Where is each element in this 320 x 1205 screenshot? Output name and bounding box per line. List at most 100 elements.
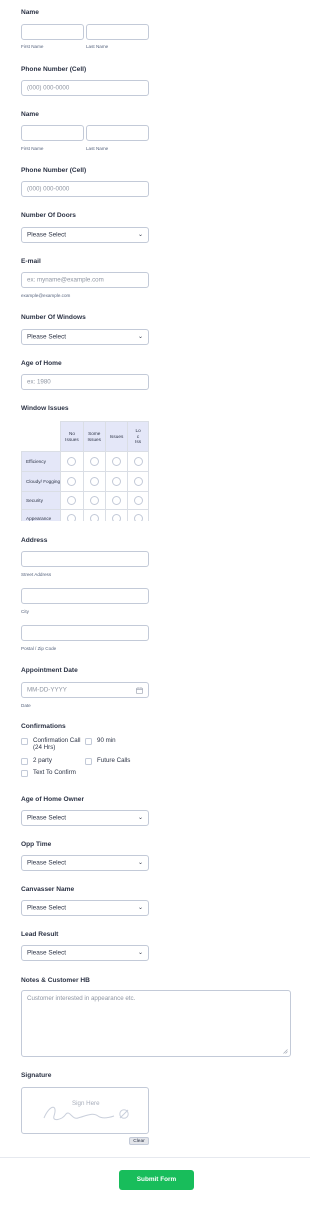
street-address-sublabel: Street Address — [21, 572, 52, 577]
footer-divider — [0, 1157, 310, 1158]
last-name-input-2[interactable] — [86, 125, 149, 141]
lead-result-select[interactable]: Please Select ⌄ — [21, 945, 149, 961]
ninety-min-label: 90 min — [97, 737, 116, 744]
matrix-radio[interactable] — [127, 471, 149, 492]
windows-select[interactable]: Please Select ⌄ — [21, 329, 149, 345]
city-sublabel: City — [21, 609, 29, 614]
matrix-radio[interactable] — [82, 491, 106, 510]
zip-sublabel: Postal / Zip Code — [21, 646, 57, 651]
radio-circle — [89, 477, 99, 486]
matrix-radio[interactable] — [82, 509, 106, 521]
matrix-radio[interactable] — [60, 471, 84, 492]
chevron-down-icon: ⌄ — [137, 232, 143, 239]
appointment-date-sublabel: Date — [21, 703, 31, 708]
matrix-col-issues: Issues — [104, 421, 129, 452]
chevron-down-icon: ⌄ — [137, 860, 143, 867]
canvasser-name-select[interactable]: Please Select ⌄ — [21, 900, 149, 916]
future-calls-label: Future Calls — [97, 757, 131, 764]
age-of-home-label: Age of Home — [21, 360, 62, 367]
matrix-radio[interactable] — [104, 451, 129, 472]
window-issues-label: Window Issues — [21, 405, 69, 412]
email-input[interactable]: ex: myname@example.com — [21, 272, 149, 288]
matrix-radio[interactable] — [60, 509, 84, 521]
lead-result-select-value: Please Select — [27, 949, 67, 957]
phone-input-2[interactable]: (000) 000-0000 — [21, 181, 149, 197]
radio-circle — [67, 496, 77, 505]
first-name-input[interactable] — [21, 24, 84, 40]
radio-circle — [89, 457, 99, 466]
matrix-row-efficiency: Efficiency — [21, 451, 62, 472]
notes-label: Notes & Customer HB — [21, 977, 90, 984]
appointment-date-label: Appointment Date — [21, 667, 78, 674]
first-name-sublabel-2: First Name — [21, 146, 44, 151]
signature-label: Signature — [21, 1072, 52, 1079]
email-placeholder: ex: myname@example.com — [27, 276, 104, 284]
phone-placeholder-2: (000) 000-0000 — [27, 185, 70, 193]
opp-time-label: Opp Time — [21, 841, 52, 848]
matrix-radio[interactable] — [82, 471, 106, 492]
radio-circle — [133, 496, 143, 505]
last-name-input[interactable] — [86, 24, 149, 40]
appointment-date-placeholder: MM-DD-YYYY — [27, 686, 67, 694]
two-party-checkbox[interactable] — [21, 758, 28, 765]
age-of-home-input[interactable]: ex: 1980 — [21, 374, 149, 390]
chevron-down-icon: ⌄ — [137, 334, 143, 341]
last-name-sublabel-2: Last Name — [86, 146, 109, 151]
matrix-table: No Issues Some Issues Issues Lo c Iss Ef… — [21, 421, 149, 521]
ninety-min-checkbox[interactable] — [85, 738, 92, 745]
submit-button[interactable]: Submit Form — [119, 1170, 194, 1190]
radio-circle — [67, 514, 77, 521]
matrix-radio[interactable] — [82, 451, 106, 472]
matrix-radio[interactable] — [104, 491, 129, 510]
matrix-radio[interactable] — [104, 509, 129, 521]
future-calls-checkbox[interactable] — [85, 758, 92, 765]
signature-hint: Sign Here — [72, 1100, 100, 1107]
signature-pad[interactable]: Sign Here — [21, 1087, 149, 1134]
doors-label: Number Of Doors — [21, 212, 76, 219]
matrix-col-lots-issues: Lo c Iss — [127, 421, 149, 452]
matrix-radio[interactable] — [104, 471, 129, 492]
radio-circle — [89, 514, 99, 521]
matrix-radio[interactable] — [127, 451, 149, 472]
age-of-home-placeholder: ex: 1980 — [27, 378, 51, 386]
zip-input[interactable] — [21, 625, 149, 641]
calendar-icon[interactable] — [136, 687, 143, 694]
matrix-col-some-issues: Some Issues — [82, 421, 106, 452]
notes-textarea[interactable]: Customer interested in appearance etc. — [21, 990, 291, 1057]
matrix-radio[interactable] — [127, 491, 149, 510]
radio-circle — [67, 457, 77, 466]
clear-signature-button[interactable]: Clear — [129, 1137, 149, 1145]
first-name-input-2[interactable] — [21, 125, 84, 141]
radio-circle — [133, 514, 143, 521]
chevron-down-icon: ⌄ — [137, 815, 143, 822]
age-of-owner-label: Age of Home Owner — [21, 796, 85, 803]
radio-circle — [112, 514, 122, 521]
phone-label-2: Phone Number (Cell) — [21, 167, 87, 174]
confirmations-label: Confirmations — [21, 723, 66, 730]
matrix-radio[interactable] — [127, 509, 149, 521]
text-to-confirm-checkbox[interactable] — [21, 770, 28, 777]
name-label: Name — [21, 9, 39, 16]
first-name-sublabel: First Name — [21, 44, 44, 49]
chevron-down-icon: ⌄ — [137, 905, 143, 912]
opp-time-select[interactable]: Please Select ⌄ — [21, 855, 149, 871]
doors-select[interactable]: Please Select ⌄ — [21, 227, 149, 243]
canvasser-name-select-value: Please Select — [27, 904, 67, 912]
phone-input[interactable]: (000) 000-0000 — [21, 80, 149, 96]
radio-circle — [67, 477, 77, 486]
matrix-radio[interactable] — [60, 491, 84, 510]
appointment-date-input[interactable]: MM-DD-YYYY — [21, 682, 149, 698]
two-party-label: 2 party — [33, 757, 52, 764]
matrix-radio[interactable] — [60, 451, 84, 472]
doors-select-value: Please Select — [27, 231, 67, 239]
confirmation-call-checkbox[interactable] — [21, 738, 28, 745]
resize-handle-icon[interactable] — [283, 1049, 288, 1054]
last-name-sublabel: Last Name — [86, 44, 109, 49]
radio-circle — [112, 477, 122, 486]
age-of-owner-select[interactable]: Please Select ⌄ — [21, 810, 149, 826]
radio-circle — [133, 477, 143, 486]
radio-circle — [112, 496, 122, 505]
city-input[interactable] — [21, 588, 149, 604]
street-address-input[interactable] — [21, 551, 149, 567]
windows-label: Number Of Windows — [21, 314, 86, 321]
